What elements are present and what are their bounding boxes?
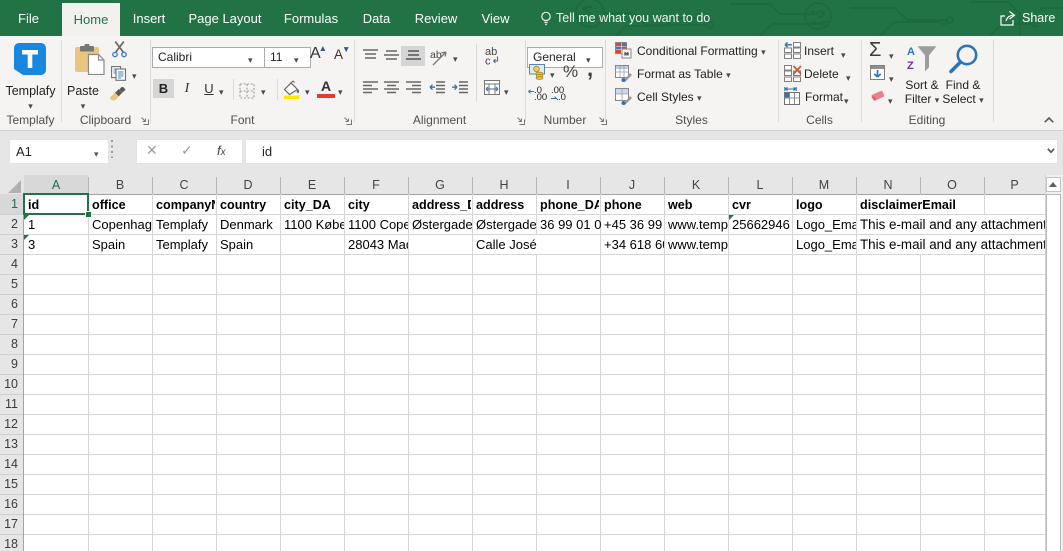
svg-text:A: A (907, 46, 915, 58)
svg-text:ab: ab (430, 49, 442, 61)
svg-text:c: c (485, 56, 491, 66)
svg-text:Z: Z (907, 60, 914, 72)
